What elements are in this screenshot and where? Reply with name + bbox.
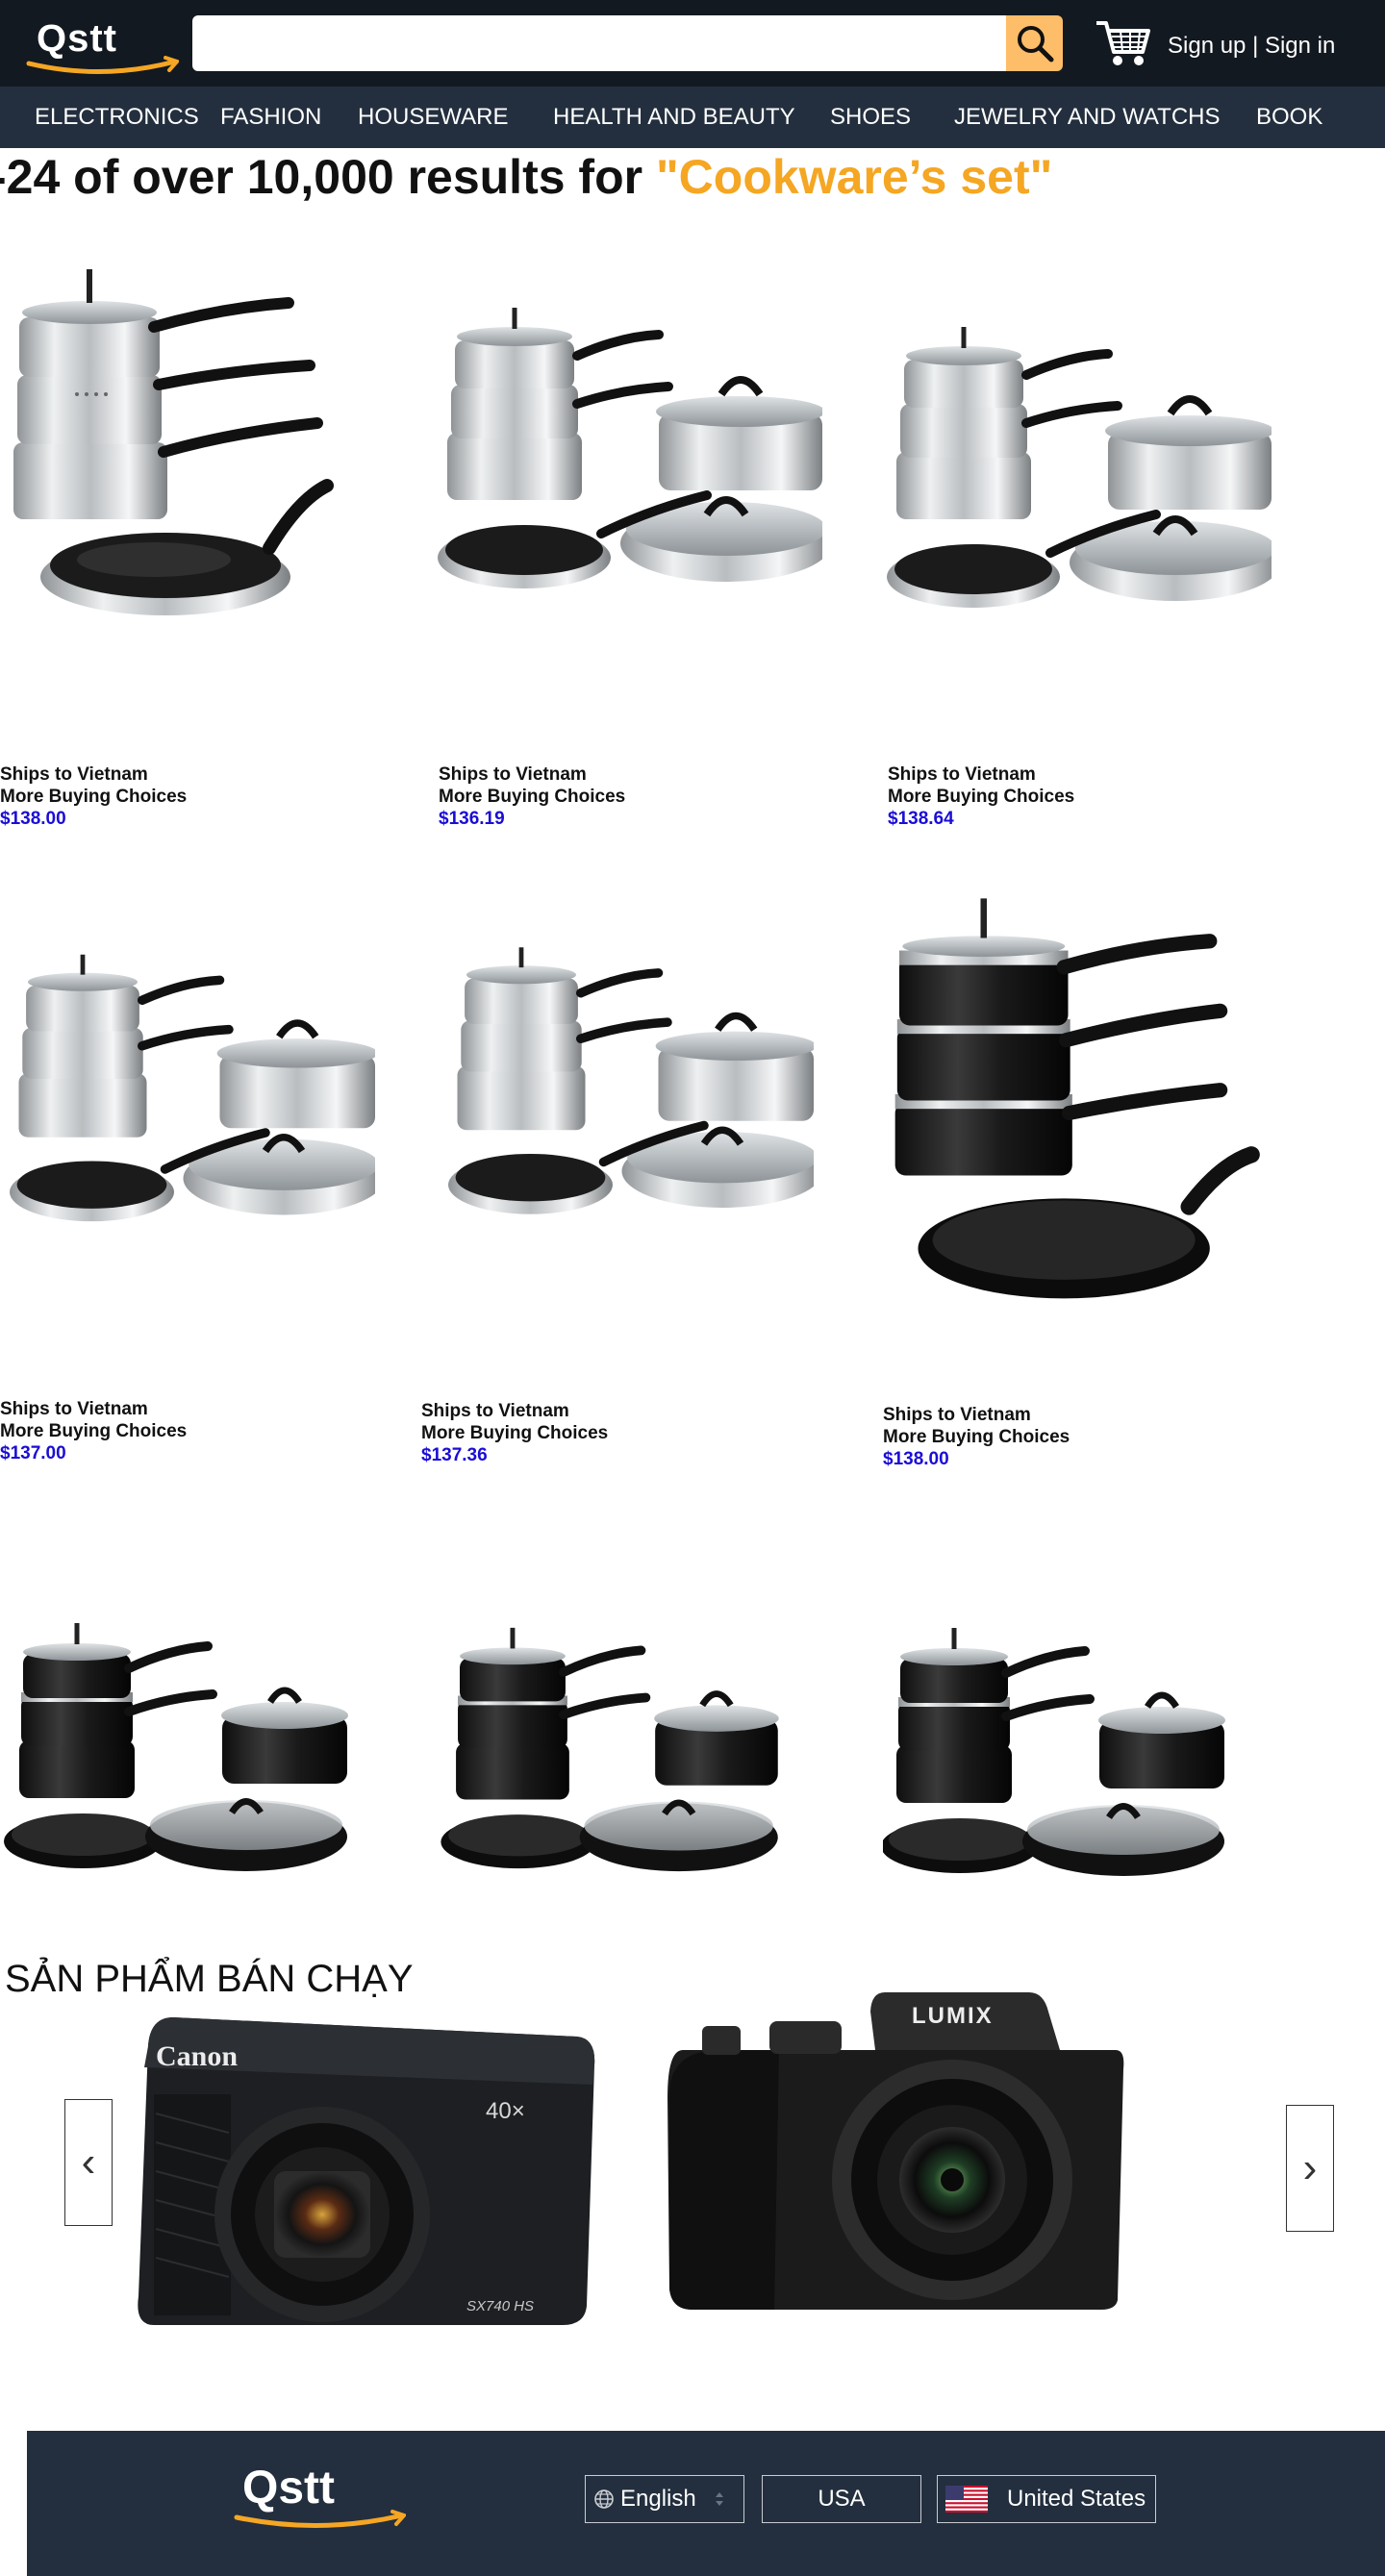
product-image[interactable] bbox=[887, 894, 1262, 1332]
camera-model-label: SX740 HS bbox=[466, 2298, 534, 2314]
nav-item-electronics[interactable]: ELECTRONICS bbox=[35, 87, 199, 148]
carousel-next-button[interactable]: › bbox=[1286, 2105, 1334, 2232]
buying-choices-link[interactable]: More Buying Choices bbox=[421, 1423, 608, 1444]
top-header: Qstt Sign up | Sign in bbox=[0, 0, 1385, 87]
language-select[interactable]: English bbox=[585, 2475, 744, 2523]
auth-links[interactable]: Sign up | Sign in bbox=[1168, 33, 1335, 60]
site-logo[interactable]: Qstt bbox=[25, 17, 179, 79]
product-image[interactable] bbox=[0, 260, 346, 663]
shipping-info: Ships to Vietnam bbox=[439, 764, 587, 785]
product-price: $138.64 bbox=[888, 809, 954, 829]
search-button[interactable] bbox=[1006, 15, 1063, 71]
buying-choices-link[interactable]: More Buying Choices bbox=[883, 1427, 1070, 1448]
us-flag-icon bbox=[945, 2486, 988, 2513]
product-card[interactable]: Ships to Vietnam More Buying Choices $13… bbox=[0, 260, 346, 837]
search-input[interactable] bbox=[192, 15, 1006, 71]
currency-select[interactable]: USA bbox=[762, 2475, 921, 2523]
buying-choices-link[interactable]: More Buying Choices bbox=[0, 787, 187, 808]
product-card[interactable]: Ships to Vietnam More Buying Choices $13… bbox=[438, 298, 822, 837]
country-select[interactable]: United States bbox=[937, 2475, 1156, 2523]
search-bar bbox=[192, 15, 1063, 71]
product-price: $138.00 bbox=[0, 809, 66, 829]
nav-item-jewelry-watches[interactable]: JEWELRY AND WATCHS bbox=[954, 87, 1221, 148]
buying-choices-link[interactable]: More Buying Choices bbox=[888, 787, 1074, 808]
product-price: $137.00 bbox=[0, 1443, 66, 1463]
camera-image: LUMIX bbox=[667, 1992, 1124, 2310]
product-card[interactable]: Ships to Vietnam More Buying Choices $13… bbox=[887, 317, 1272, 837]
camera-brand-label: LUMIX bbox=[912, 2003, 994, 2029]
footer-logo[interactable]: Qstt bbox=[233, 2463, 406, 2535]
camera-brand-label: Canon bbox=[156, 2040, 238, 2072]
carousel-prev-button[interactable]: ‹ bbox=[64, 2099, 113, 2226]
search-icon bbox=[1017, 26, 1053, 63]
logo-text: Qstt bbox=[37, 17, 117, 60]
cart-icon bbox=[1096, 21, 1150, 65]
product-card[interactable]: Ships to Vietnam More Buying Choices $13… bbox=[0, 938, 375, 1466]
buying-choices-link[interactable]: More Buying Choices bbox=[439, 787, 625, 808]
shipping-info: Ships to Vietnam bbox=[883, 1405, 1031, 1425]
product-image[interactable] bbox=[10, 938, 375, 1255]
results-heading: -24 of over 10,000 results for "Cookware… bbox=[0, 149, 1052, 205]
nav-item-shoes[interactable]: SHOES bbox=[830, 87, 911, 148]
footer-logo-text: Qstt bbox=[242, 2463, 335, 2513]
cart-button[interactable] bbox=[1095, 17, 1152, 69]
results-query: "Cookware’s set" bbox=[655, 150, 1053, 204]
nav-item-health-beauty[interactable]: HEALTH AND BEAUTY bbox=[553, 87, 795, 148]
camera-image: Canon 40× SX740 HS bbox=[138, 2017, 595, 2325]
chevron-left-icon: ‹ bbox=[81, 2138, 96, 2186]
product-image[interactable] bbox=[883, 1615, 1229, 1885]
product-image[interactable] bbox=[438, 1620, 788, 1875]
nav-item-houseware[interactable]: HOUSEWARE bbox=[358, 87, 508, 148]
results-count: -24 of over 10,000 results for bbox=[0, 150, 656, 204]
product-price: $136.19 bbox=[439, 809, 505, 829]
language-label: English bbox=[620, 2486, 696, 2512]
footer: Qstt English USA United States bbox=[27, 2431, 1385, 2576]
product-image[interactable] bbox=[448, 923, 814, 1255]
category-nav: ELECTRONICS FASHION HOUSEWARE HEALTH AND… bbox=[0, 87, 1385, 148]
country-label: United States bbox=[1007, 2486, 1146, 2512]
product-price: $137.36 bbox=[421, 1445, 488, 1465]
camera-zoom-label: 40× bbox=[486, 2098, 525, 2124]
product-price: $138.00 bbox=[883, 1449, 949, 1469]
product-image[interactable] bbox=[4, 1615, 354, 1875]
carousel-item[interactable]: LUMIX bbox=[664, 1983, 1125, 2314]
sort-arrows-icon bbox=[715, 2492, 723, 2506]
chevron-right-icon: › bbox=[1302, 2144, 1318, 2191]
product-card[interactable]: Ships to Vietnam More Buying Choices $13… bbox=[421, 923, 814, 1471]
shipping-info: Ships to Vietnam bbox=[888, 764, 1036, 785]
product-image[interactable] bbox=[438, 298, 822, 615]
shipping-info: Ships to Vietnam bbox=[0, 764, 148, 785]
best-sellers-title: SẢN PHẨM BÁN CHẠY bbox=[5, 1958, 414, 2000]
nav-item-fashion[interactable]: FASHION bbox=[220, 87, 321, 148]
shipping-info: Ships to Vietnam bbox=[0, 1399, 148, 1419]
globe-icon bbox=[594, 2489, 614, 2509]
buying-choices-link[interactable]: More Buying Choices bbox=[0, 1421, 187, 1442]
country-code-label: USA bbox=[818, 2486, 866, 2512]
carousel-item[interactable]: Canon 40× SX740 HS bbox=[135, 2008, 596, 2339]
product-image[interactable] bbox=[887, 317, 1272, 615]
nav-item-book[interactable]: BOOK bbox=[1256, 87, 1322, 148]
product-card[interactable]: Ships to Vietnam More Buying Choices $13… bbox=[883, 894, 1262, 1471]
shipping-info: Ships to Vietnam bbox=[421, 1401, 569, 1421]
